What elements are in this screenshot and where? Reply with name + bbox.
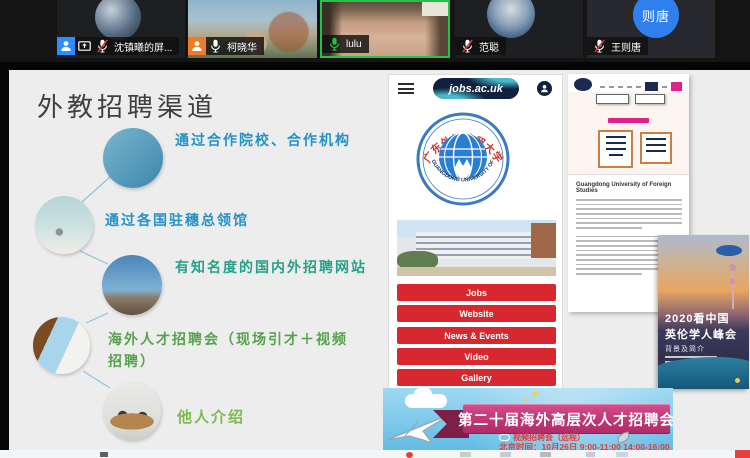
taskbar-icon[interactable] bbox=[540, 452, 551, 457]
news-events-button[interactable]: News & Events bbox=[397, 327, 556, 344]
poster-wave-graphic bbox=[658, 357, 749, 389]
mic-muted-icon bbox=[459, 39, 475, 53]
taskbar-peek[interactable] bbox=[0, 450, 750, 458]
sparkle-icon bbox=[523, 397, 527, 401]
poster-title-line2: 英伦学人峰会 bbox=[665, 326, 737, 342]
participant-tile-screen-share[interactable]: 沈镇曦的屏... bbox=[57, 0, 185, 58]
phone-app-screenshot: jobs.ac.uk 广东外语外贸大学 bbox=[388, 74, 563, 390]
poster-title-line1: 2020看中国 bbox=[665, 310, 729, 326]
sparkle-icon bbox=[532, 390, 539, 397]
jobs-button[interactable]: Jobs bbox=[397, 284, 556, 301]
bullet-circle-partner-schools bbox=[103, 128, 163, 188]
taskbar-icon[interactable] bbox=[100, 452, 108, 457]
screen-share-icon bbox=[76, 41, 92, 51]
video-button[interactable]: Video bbox=[397, 348, 556, 365]
account-icon[interactable] bbox=[537, 81, 552, 96]
exhibitor-card[interactable] bbox=[598, 130, 633, 168]
taskbar-icon[interactable] bbox=[586, 452, 595, 457]
hamburger-menu-icon[interactable] bbox=[398, 83, 414, 94]
meeting-window: 沈镇曦的屏... 柯晓华 lulu bbox=[0, 0, 750, 458]
taskbar-icon[interactable] bbox=[500, 452, 511, 457]
taskbar-icon[interactable] bbox=[616, 452, 628, 457]
avatar bbox=[487, 0, 535, 38]
bullet-circle-job-fairs bbox=[33, 317, 90, 374]
slide-title: 外教招聘渠道 bbox=[37, 87, 217, 124]
gallery-button[interactable]: Gallery bbox=[397, 369, 556, 386]
bullet-text: 他人介绍 bbox=[177, 406, 245, 429]
participant-name: 沈镇曦的屏... bbox=[114, 39, 172, 54]
bullet-text: 通过各国驻穗总领馆 bbox=[105, 210, 249, 232]
mic-muted-icon bbox=[94, 39, 110, 53]
participant-name: lulu bbox=[346, 39, 362, 50]
pink-section-heading bbox=[608, 118, 649, 123]
host-badge-icon bbox=[57, 37, 75, 55]
university-seal: 广东外语外贸大学 GUANGDONG UNIVERSITY OF FOREIGN… bbox=[415, 111, 511, 207]
participant-label: lulu bbox=[322, 35, 369, 53]
article-heading: Guangdong University of Foreign Studies bbox=[576, 182, 680, 194]
website-button[interactable]: Website bbox=[397, 305, 556, 322]
exhibitor-card[interactable] bbox=[640, 132, 672, 164]
participant-name: 柯晓华 bbox=[227, 39, 257, 54]
participant-label: 王则唐 bbox=[587, 37, 648, 55]
participant-label: 柯晓华 bbox=[188, 37, 264, 55]
participant-tile[interactable]: 则唐 王则唐 bbox=[587, 0, 715, 58]
presentation-slide: 外教招聘渠道 通过合作院校、合作机构 通过各国驻穗总领馆 有知名度的国内外招聘网… bbox=[9, 70, 750, 450]
bullet-text: 通过合作院校、合作机构 bbox=[175, 130, 370, 152]
video-thumbnail-strip: 沈镇曦的屏... 柯晓华 lulu bbox=[0, 0, 750, 62]
jobs-ac-uk-logo: jobs.ac.uk bbox=[433, 78, 519, 99]
participant-tile[interactable]: 柯晓华 bbox=[188, 0, 317, 58]
poster-subtitle: 背景及简介 bbox=[665, 344, 705, 354]
mic-icon bbox=[207, 39, 223, 53]
banner-time-line: 北京时间：10月26日 9:00-11:00 14:00-16:00 bbox=[499, 441, 670, 450]
exhibitor-box bbox=[596, 94, 629, 104]
participant-tile-active-speaker[interactable]: lulu bbox=[320, 0, 450, 58]
bullet-circle-consulates bbox=[35, 196, 93, 254]
cloud-outline-icon bbox=[499, 434, 510, 441]
background-shelf bbox=[422, 2, 448, 16]
site-logo bbox=[574, 78, 592, 91]
bullet-circle-referrals bbox=[103, 382, 161, 440]
participant-tile[interactable]: 范聪 bbox=[455, 0, 583, 58]
taskbar-icon[interactable] bbox=[406, 452, 413, 458]
poster-bottom-logo bbox=[735, 378, 740, 383]
site-nav-menu[interactable] bbox=[600, 82, 682, 91]
avatar bbox=[95, 0, 141, 40]
exhibitor-box bbox=[635, 94, 665, 104]
summit-poster: 2020看中国 英伦学人峰会 背景及简介 bbox=[658, 235, 749, 389]
bullet-text: 海外人才招聘会（现场引才＋视频招聘） bbox=[108, 329, 356, 372]
cohost-badge-icon bbox=[188, 37, 206, 55]
bullet-circle-job-sites bbox=[102, 255, 162, 315]
participant-label: 范聪 bbox=[455, 37, 506, 55]
mic-active-icon bbox=[326, 37, 342, 51]
bullet-text: 有知名度的国内外招聘网站 bbox=[175, 257, 370, 279]
shared-screen-area: 外教招聘渠道 通过合作院校、合作机构 通过各国驻穗总领馆 有知名度的国内外招聘网… bbox=[0, 62, 750, 458]
avatar-initials: 则唐 bbox=[633, 0, 679, 38]
campus-building-photo bbox=[397, 220, 556, 276]
taskbar-icon[interactable] bbox=[735, 450, 750, 458]
banner-title: 第二十届海外高层次人才招聘会 bbox=[463, 404, 670, 434]
participant-name: 王则唐 bbox=[611, 39, 641, 54]
participant-label: 沈镇曦的屏... bbox=[57, 37, 179, 55]
job-fair-banner: 第二十届海外高层次人才招聘会 视频招聘会（远程） 北京时间：10月26日 9:0… bbox=[383, 388, 673, 450]
poster-logo bbox=[716, 245, 742, 256]
participant-name: 范聪 bbox=[479, 39, 499, 54]
mic-muted-icon bbox=[591, 39, 607, 53]
taskbar-icon[interactable] bbox=[460, 452, 471, 457]
